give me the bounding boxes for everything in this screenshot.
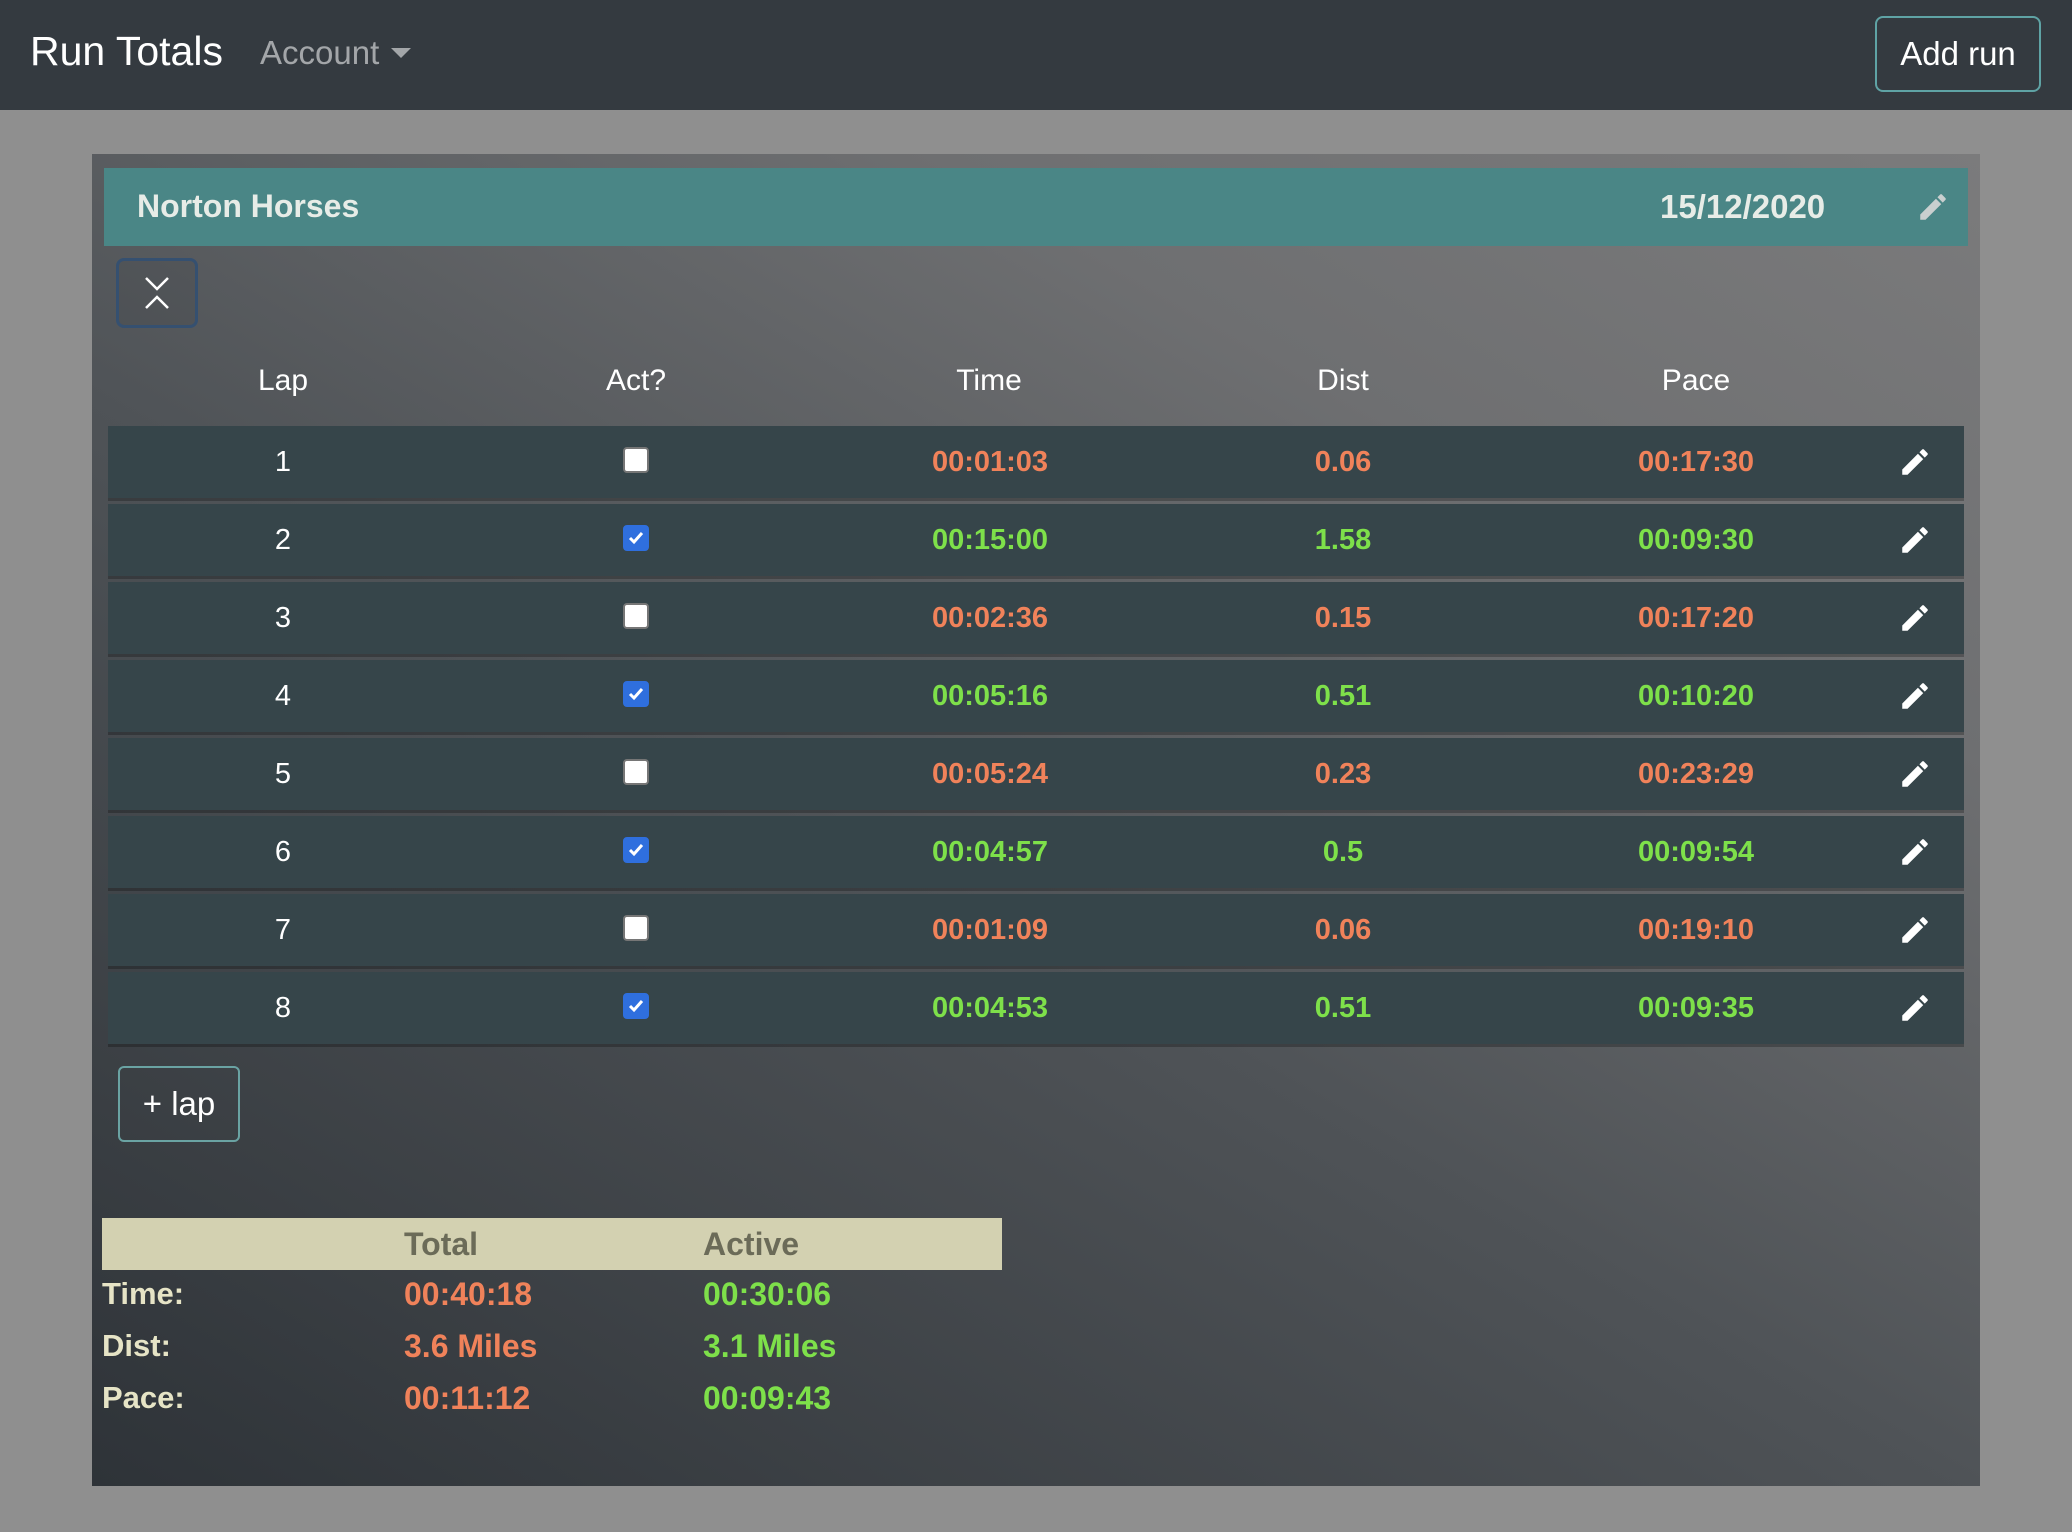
table-row: 1 00:01:03 0.06 00:17:30: [108, 426, 1964, 498]
top-navbar: Run Totals Account Add run: [0, 0, 2072, 110]
column-header-lap: Lap: [257, 364, 309, 397]
table-row: 6 00:04:57 0.5 00:09:54: [108, 816, 1964, 888]
lap-pace: 00:09:35: [1637, 992, 1755, 1024]
account-menu-label: Account: [260, 34, 380, 71]
lap-pace: 00:17:20: [1637, 602, 1755, 634]
table-row: 7 00:01:09 0.06 00:19:10: [108, 894, 1964, 966]
run-date: 15/12/2020: [1660, 188, 1826, 225]
lap-number: 4: [274, 680, 292, 712]
column-header-active: Act?: [605, 364, 667, 397]
lap-time: 00:05:24: [931, 758, 1049, 790]
lap-number: 1: [274, 446, 292, 478]
edit-lap-pencil-icon[interactable]: [1898, 991, 1932, 1025]
summary-header: Total Active: [102, 1218, 1002, 1270]
summary-active-time: 00:30:06: [703, 1276, 832, 1312]
lap-pace: 00:09:54: [1637, 836, 1755, 868]
lap-time: 00:04:53: [931, 992, 1049, 1024]
lap-time: 00:05:16: [931, 680, 1049, 712]
active-checkbox[interactable]: [623, 915, 649, 941]
edit-lap-pencil-icon[interactable]: [1898, 601, 1932, 635]
lap-dist: 0.15: [1314, 602, 1372, 634]
summary-total-dist: 3.6 Miles: [404, 1328, 538, 1364]
edit-run-pencil-icon[interactable]: [1916, 190, 1950, 224]
lap-dist: 0.5: [1322, 836, 1364, 868]
lap-number: 2: [274, 524, 292, 556]
active-checkbox[interactable]: [623, 993, 649, 1019]
lap-dist: 0.06: [1314, 914, 1372, 946]
summary-label-dist: Dist:: [102, 1328, 171, 1363]
edit-lap-pencil-icon[interactable]: [1898, 835, 1932, 869]
table-row: 3 00:02:36 0.15 00:17:20: [108, 582, 1964, 654]
run-name: Norton Horses: [137, 188, 360, 224]
lap-time: 00:15:00: [931, 524, 1049, 556]
collapse-chevrons-icon: [145, 277, 169, 309]
lap-number: 7: [274, 914, 292, 946]
edit-lap-pencil-icon[interactable]: [1898, 679, 1932, 713]
lap-dist: 0.23: [1314, 758, 1372, 790]
edit-lap-pencil-icon[interactable]: [1898, 523, 1932, 557]
lap-pace: 00:17:30: [1637, 446, 1755, 478]
lap-pace: 00:10:20: [1637, 680, 1755, 712]
lap-dist: 0.06: [1314, 446, 1372, 478]
summary-active-pace: 00:09:43: [703, 1380, 832, 1416]
summary-header-total: Total: [404, 1226, 479, 1262]
summary-active-dist: 3.1 Miles: [703, 1328, 837, 1364]
active-checkbox[interactable]: [623, 603, 649, 629]
summary-header-active: Active: [703, 1226, 800, 1262]
lap-number: 5: [274, 758, 292, 790]
lap-dist: 0.51: [1314, 680, 1372, 712]
table-row: 2 00:15:00 1.58 00:09:30: [108, 504, 1964, 576]
table-row: 4 00:05:16 0.51 00:10:20: [108, 660, 1964, 732]
app-brand[interactable]: Run Totals: [30, 28, 223, 75]
lap-pace: 00:23:29: [1637, 758, 1755, 790]
active-checkbox[interactable]: [623, 837, 649, 863]
lap-time: 00:02:36: [931, 602, 1049, 634]
summary-label-time: Time:: [102, 1276, 185, 1311]
lap-time: 00:04:57: [931, 836, 1049, 868]
edit-lap-pencil-icon[interactable]: [1898, 913, 1932, 947]
edit-lap-pencil-icon[interactable]: [1898, 445, 1932, 479]
column-header-time: Time: [956, 364, 1022, 397]
table-row: 8 00:04:53 0.51 00:09:35: [108, 972, 1964, 1044]
edit-lap-pencil-icon[interactable]: [1898, 757, 1932, 791]
active-checkbox[interactable]: [623, 525, 649, 551]
lap-dist: 0.51: [1314, 992, 1372, 1024]
active-checkbox[interactable]: [623, 681, 649, 707]
lap-number: 8: [274, 992, 292, 1024]
summary-total-pace: 00:11:12: [404, 1380, 531, 1416]
column-header-pace: Pace: [1661, 364, 1731, 397]
run-header: Norton Horses 15/12/2020: [104, 168, 1968, 246]
summary-label-pace: Pace:: [102, 1380, 185, 1415]
add-run-button[interactable]: Add run: [1875, 16, 2041, 92]
account-menu[interactable]: Account: [260, 34, 412, 72]
lap-time: 00:01:03: [931, 446, 1049, 478]
lap-pace: 00:19:10: [1637, 914, 1755, 946]
summary-total-time: 00:40:18: [404, 1276, 533, 1312]
column-header-dist: Dist: [1317, 364, 1369, 397]
lap-time: 00:01:09: [931, 914, 1049, 946]
active-checkbox[interactable]: [623, 447, 649, 473]
caret-down-icon: [391, 48, 412, 58]
active-checkbox[interactable]: [623, 759, 649, 785]
run-card: Norton Horses 15/12/2020 Lap Act? Time D…: [92, 154, 1980, 1486]
lap-dist: 1.58: [1314, 524, 1372, 556]
collapse-laps-button[interactable]: [116, 258, 198, 328]
table-row: 5 00:05:24 0.23 00:23:29: [108, 738, 1964, 810]
lap-pace: 00:09:30: [1637, 524, 1755, 556]
add-lap-button[interactable]: + lap: [118, 1066, 240, 1142]
lap-number: 3: [274, 602, 292, 634]
lap-number: 6: [274, 836, 292, 868]
